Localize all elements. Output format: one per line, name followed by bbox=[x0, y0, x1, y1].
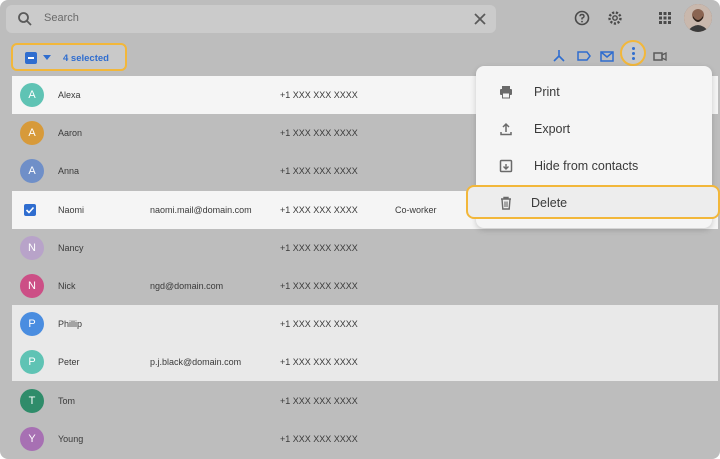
table-row[interactable]: N Nancy +1 XXX XXX XXXX bbox=[12, 229, 718, 267]
more-options-menu: Print Export Hide from contacts Delete bbox=[466, 66, 720, 228]
contact-phone: +1 XXX XXX XXXX bbox=[280, 434, 358, 444]
trash-icon bbox=[501, 196, 511, 210]
table-row[interactable]: Y Young +1 XXX XXX XXXX bbox=[12, 420, 718, 458]
menu-item-hide[interactable]: Hide from contacts bbox=[476, 147, 712, 184]
row-checkbox[interactable] bbox=[24, 204, 36, 216]
export-icon bbox=[500, 122, 512, 136]
contact-email: naomi.mail@domain.com bbox=[150, 205, 252, 215]
gear-icon[interactable] bbox=[606, 9, 624, 27]
chevron-down-icon[interactable] bbox=[43, 55, 51, 61]
contact-name: Peter bbox=[58, 357, 80, 367]
search-icon bbox=[18, 12, 32, 26]
avatar[interactable]: P bbox=[20, 312, 44, 336]
contact-phone: +1 XXX XXX XXXX bbox=[280, 319, 358, 329]
table-row[interactable]: T Tom +1 XXX XXX XXXX bbox=[12, 382, 718, 420]
video-icon[interactable] bbox=[652, 48, 668, 64]
avatar[interactable]: N bbox=[20, 274, 44, 298]
select-dropdown[interactable]: 4 selected bbox=[11, 43, 127, 71]
contact-name: Naomi bbox=[58, 205, 85, 215]
search-input[interactable]: Search bbox=[44, 12, 79, 24]
contact-phone: +1 XXX XXX XXXX bbox=[280, 128, 358, 138]
table-row[interactable]: P Phillip +1 XXX XXX XXXX bbox=[12, 305, 718, 343]
contact-name: Tom bbox=[58, 396, 76, 406]
mail-icon[interactable] bbox=[599, 48, 615, 64]
more-vert-icon bbox=[632, 47, 635, 50]
contacts-app: Search 4 selected A Alexa +1 XXX XXX XXX… bbox=[0, 0, 720, 459]
label-icon[interactable] bbox=[576, 48, 592, 64]
account-avatar[interactable] bbox=[684, 4, 712, 32]
user-avatar-icon bbox=[684, 4, 712, 32]
merge-icon[interactable] bbox=[551, 48, 567, 64]
avatar[interactable]: A bbox=[20, 83, 44, 107]
archive-icon bbox=[499, 159, 513, 173]
printer-icon bbox=[500, 86, 512, 99]
contact-label: Co-worker bbox=[395, 205, 437, 215]
contact-phone: +1 XXX XXX XXXX bbox=[280, 166, 358, 176]
contact-email: ngd@domain.com bbox=[150, 281, 224, 291]
contact-phone: +1 XXX XXX XXXX bbox=[280, 205, 358, 215]
avatar[interactable]: A bbox=[20, 121, 44, 145]
contact-phone: +1 XXX XXX XXXX bbox=[280, 281, 358, 291]
avatar[interactable]: P bbox=[20, 350, 44, 374]
selection-count: 4 selected bbox=[63, 53, 109, 64]
contact-name: Phillip bbox=[58, 319, 83, 329]
contact-name: Nancy bbox=[58, 243, 84, 253]
contact-phone: +1 XXX XXX XXXX bbox=[280, 243, 358, 253]
more-options-button[interactable] bbox=[620, 40, 646, 66]
menu-item-print[interactable]: Print bbox=[476, 73, 712, 110]
contact-email: p.j.black@domain.com bbox=[150, 357, 242, 367]
contact-name: Anna bbox=[58, 166, 80, 176]
menu-item-export[interactable]: Export bbox=[476, 110, 712, 147]
check-icon bbox=[25, 206, 35, 214]
apps-grid-icon[interactable] bbox=[656, 9, 674, 27]
contact-name: Young bbox=[58, 434, 84, 444]
avatar[interactable]: N bbox=[20, 236, 44, 260]
avatar[interactable]: A bbox=[20, 159, 44, 183]
table-row[interactable]: N Nick ngd@domain.com +1 XXX XXX XXXX bbox=[12, 267, 718, 305]
contact-phone: +1 XXX XXX XXXX bbox=[280, 396, 358, 406]
close-icon[interactable] bbox=[472, 11, 488, 27]
select-all-checkbox[interactable] bbox=[25, 52, 37, 64]
menu-item-delete[interactable]: Delete bbox=[466, 185, 720, 219]
contact-name: Alexa bbox=[58, 90, 81, 100]
avatar[interactable]: Y bbox=[20, 427, 44, 451]
help-icon[interactable] bbox=[573, 9, 591, 27]
avatar[interactable]: T bbox=[20, 389, 44, 413]
contact-phone: +1 XXX XXX XXXX bbox=[280, 357, 358, 367]
table-row[interactable]: P Peter p.j.black@domain.com +1 XXX XXX XXX… bbox=[12, 343, 718, 381]
contact-name: Nick bbox=[58, 281, 76, 291]
search-bar[interactable]: Search bbox=[6, 5, 496, 33]
contact-phone: +1 XXX XXX XXXX bbox=[280, 90, 358, 100]
contact-name: Aaron bbox=[58, 128, 83, 138]
